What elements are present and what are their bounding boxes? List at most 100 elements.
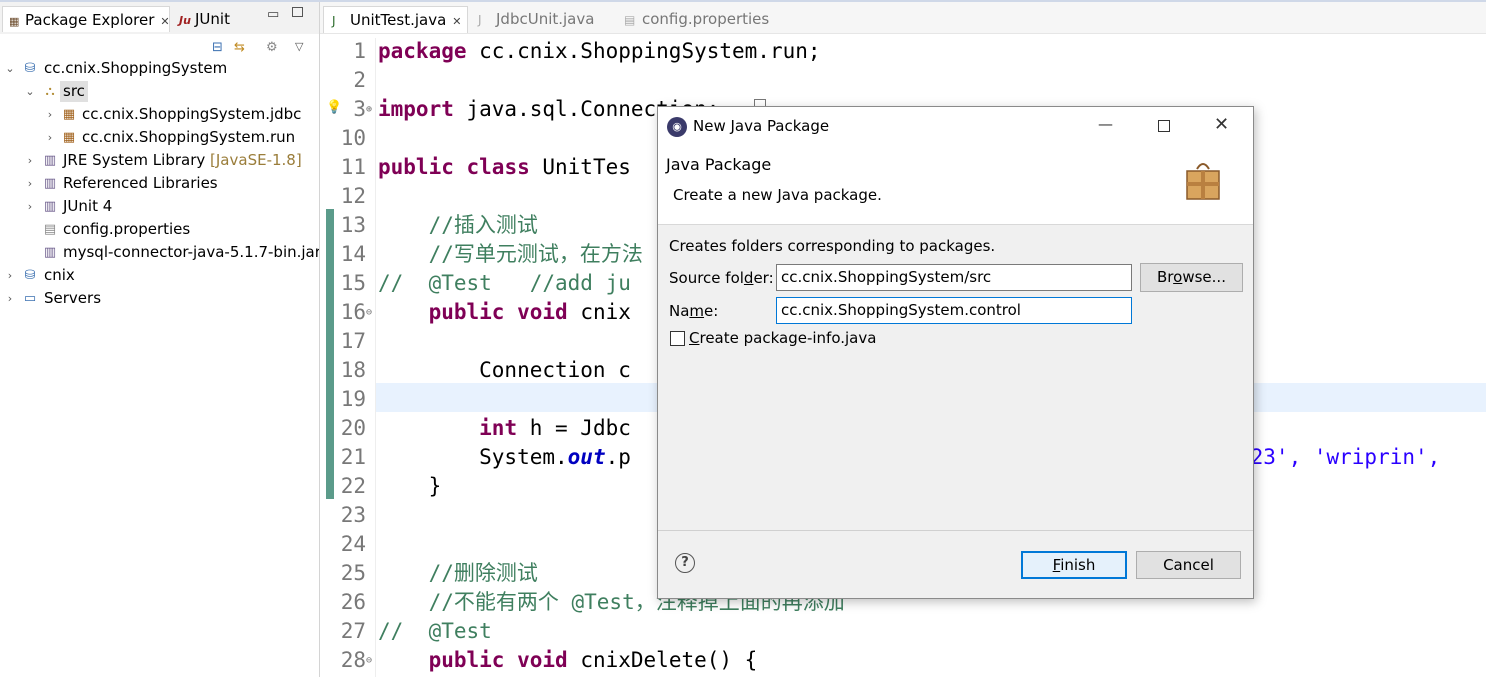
dialog-heading: Java Package: [666, 155, 772, 174]
code-line: 2: [320, 66, 1486, 95]
tab-package-explorer[interactable]: ▦ Package Explorer ✕: [2, 6, 170, 32]
minimize-icon[interactable]: ▭: [267, 7, 279, 22]
code-text: //写单元测试，在方法: [378, 240, 643, 269]
collapse-all-icon[interactable]: ⊟: [212, 40, 223, 55]
editor-tab-jdbcunit[interactable]: J JdbcUnit.java: [470, 6, 610, 33]
code-line: 28 ⊖ public void cnixDelete() {: [320, 646, 1486, 675]
line-number: 24: [340, 532, 366, 556]
label-part: inish: [1060, 556, 1096, 574]
chevron-down-icon[interactable]: ⌄: [24, 80, 36, 103]
eclipse-icon: ◉: [667, 117, 687, 137]
tree-item-config-properties[interactable]: ▤ config.properties: [0, 218, 319, 241]
tree-item-jar[interactable]: ▥ mysql-connector-java-5.1.7-bin.jar: [0, 241, 321, 264]
minimize-icon[interactable]: —: [1098, 115, 1113, 133]
code-text: //删除测试: [378, 559, 538, 588]
dialog-titlebar: ◉ New Java Package — ✕: [658, 107, 1253, 147]
create-package-info-label[interactable]: Create package-info.java: [689, 329, 876, 347]
tree-item-package[interactable]: › ▦ cc.cnix.ShoppingSystem.run: [0, 126, 319, 149]
close-icon[interactable]: ✕: [160, 15, 169, 28]
maximize-icon[interactable]: [292, 7, 303, 17]
chevron-right-icon[interactable]: ›: [24, 149, 36, 172]
expand-icon[interactable]: ⊕: [366, 95, 372, 124]
chevron-right-icon[interactable]: ›: [4, 264, 16, 287]
tree-item-junit4[interactable]: › ▥ JUnit 4: [0, 195, 319, 218]
code-text: //插入测试: [378, 211, 538, 240]
tree-item-src[interactable]: ⌄ ⛬ src: [0, 80, 319, 103]
tree-item-label: cc.cnix.ShoppingSystem.jdbc: [82, 105, 302, 123]
code-keyword: public: [428, 648, 505, 672]
code-keyword: void: [517, 648, 568, 672]
browse-button[interactable]: Browse...: [1140, 263, 1243, 292]
chevron-right-icon[interactable]: ›: [4, 287, 16, 310]
code-comment: //删除测试: [428, 561, 538, 585]
line-number: 18: [340, 358, 366, 382]
close-icon[interactable]: ✕: [1214, 114, 1229, 135]
line-number: 15: [340, 271, 366, 295]
line-number: 27: [340, 619, 366, 643]
tab-junit-label: JUnit: [195, 10, 230, 28]
code-line: 27 // @Test: [320, 617, 1486, 646]
collapse-icon[interactable]: ⊖: [366, 298, 372, 327]
line-number: 13: [340, 213, 366, 237]
code-token: Connection c: [378, 358, 631, 382]
junit-icon: Ju: [179, 14, 191, 27]
label-part: Br: [1157, 268, 1174, 286]
editor-tab-label: UnitTest.java: [350, 11, 447, 29]
line-number: 11: [340, 155, 366, 179]
line-number: 12: [340, 184, 366, 208]
code-text: public void cnixDelete() {: [378, 646, 758, 675]
tree-item-jre-library[interactable]: › ▥ JRE System Library [JavaSE-1.8]: [0, 149, 319, 172]
dialog-subtitle: Create a new Java package.: [673, 186, 882, 204]
code-token: cnix: [567, 300, 631, 324]
cancel-button[interactable]: Cancel: [1136, 551, 1241, 579]
mnemonic: m: [689, 302, 705, 320]
dialog-title: New Java Package: [693, 117, 830, 135]
source-folder-input[interactable]: cc.cnix.ShoppingSystem/src: [776, 264, 1132, 291]
tree-item-referenced-libraries[interactable]: › ▥ Referenced Libraries: [0, 172, 319, 195]
help-icon[interactable]: ?: [675, 553, 695, 573]
chevron-right-icon[interactable]: ›: [24, 195, 36, 218]
editor-tab-config[interactable]: ▤ config.properties: [616, 6, 786, 33]
label-part: er:: [753, 269, 774, 287]
jar-icon: ▥: [43, 245, 57, 260]
code-token: }: [378, 474, 442, 498]
tree-item-servers[interactable]: › ▭ Servers: [0, 287, 319, 310]
close-icon[interactable]: ✕: [452, 15, 461, 28]
create-package-info-checkbox[interactable]: [670, 331, 685, 346]
label-part: Source fol: [669, 269, 744, 287]
finish-button[interactable]: Finish: [1021, 551, 1127, 579]
library-icon: ▥: [43, 176, 57, 191]
chevron-right-icon[interactable]: ›: [24, 172, 36, 195]
code-keyword: public: [428, 300, 505, 324]
code-token: cc.cnix.ShoppingSystem.run;: [466, 39, 821, 63]
line-number: 28: [340, 648, 366, 672]
line-number: 23: [340, 503, 366, 527]
filter-icon[interactable]: ⚙: [266, 40, 278, 55]
tree-item-label: src: [60, 81, 88, 102]
name-label: Name:: [669, 302, 718, 320]
label-part: Na: [669, 302, 690, 320]
tree-item-label: mysql-connector-java-5.1.7-bin.jar: [63, 243, 321, 261]
package-explorer-tabbar: ▦ Package Explorer ✕ Ju JUnit ▭: [0, 2, 319, 34]
view-menu-icon[interactable]: ▽: [295, 40, 303, 53]
tree-item-label: JRE System Library [JavaSE-1.8]: [63, 149, 302, 172]
chevron-right-icon[interactable]: ›: [44, 126, 56, 149]
chevron-down-icon[interactable]: ⌄: [4, 57, 16, 80]
collapse-icon[interactable]: ⊖: [366, 646, 372, 675]
chevron-right-icon[interactable]: ›: [44, 103, 56, 126]
lightbulb-icon[interactable]: 💡: [326, 100, 342, 115]
tab-junit[interactable]: Ju JUnit: [173, 6, 263, 32]
editor-tab-unittest[interactable]: J UnitTest.java ✕: [323, 6, 468, 33]
tree-item-project-cnix[interactable]: › ⛁ cnix: [0, 264, 319, 287]
code-text: System.out.p: [378, 443, 631, 472]
tree-item-package[interactable]: › ▦ cc.cnix.ShoppingSystem.jdbc: [0, 103, 319, 126]
package-name-input[interactable]: cc.cnix.ShoppingSystem.control: [776, 297, 1132, 324]
source-folder-label: Source folder:: [669, 269, 774, 287]
maximize-icon[interactable]: [1158, 120, 1170, 132]
tree-item-label: Referenced Libraries: [63, 174, 218, 192]
tree-item-project[interactable]: ⌄ ⛁ cc.cnix.ShoppingSystem: [0, 57, 319, 80]
link-with-editor-icon[interactable]: ⇆: [234, 40, 245, 55]
